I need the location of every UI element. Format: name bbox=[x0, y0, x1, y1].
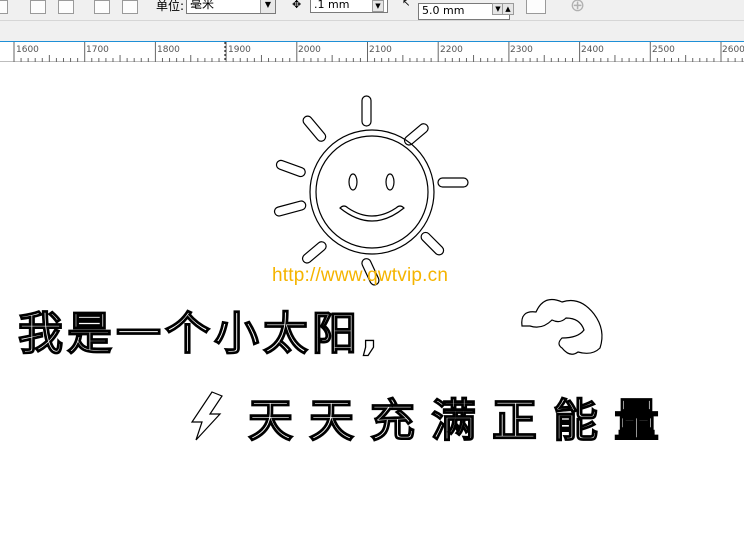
sun-ray bbox=[437, 177, 469, 188]
ruler-label: 2600 bbox=[722, 45, 744, 55]
ruler-label: 2300 bbox=[510, 45, 533, 55]
outline-text-line-2[interactable]: 天天充满正能量 bbox=[247, 384, 675, 449]
sun-left-eye bbox=[348, 173, 358, 191]
add-page-icon[interactable]: ⊕ bbox=[570, 0, 585, 16]
snap-options-button[interactable] bbox=[526, 0, 546, 14]
sun-ray bbox=[275, 159, 306, 178]
landscape-page-button[interactable] bbox=[58, 0, 74, 14]
portrait-page-button[interactable] bbox=[30, 0, 46, 14]
duplicate-distance-icon: ↖ bbox=[402, 0, 411, 9]
sun-outer-circle bbox=[309, 129, 435, 255]
chevron-down-icon[interactable]: ▼ bbox=[260, 0, 275, 13]
duplicate-spinner-up-icon[interactable]: ▲ bbox=[502, 3, 514, 15]
sun-right-eye bbox=[385, 173, 395, 191]
current-page-button[interactable] bbox=[122, 0, 138, 14]
ruler-label: 1700 bbox=[86, 45, 109, 55]
unit-select[interactable]: 毫米 ▼ bbox=[186, 0, 276, 14]
drawing-canvas[interactable]: http://www.qwtvip.cn 我是一个小太阳, 天天充满正能量 bbox=[0, 62, 744, 554]
outline-text-line-1[interactable]: 我是一个小太阳, bbox=[17, 297, 382, 362]
nudge-icon: ✥ bbox=[292, 0, 302, 11]
nudge-spinner-down-icon[interactable]: ▼ bbox=[372, 0, 384, 12]
sun-inner-circle bbox=[315, 135, 429, 249]
cloud-rainbow-icon bbox=[521, 299, 603, 355]
horizontal-ruler[interactable]: 1600 1700 1800 1900 2000 2100 2200 2300 … bbox=[0, 41, 744, 62]
ruler-label: 2500 bbox=[652, 45, 675, 55]
page-options-button[interactable] bbox=[0, 0, 8, 14]
lightning-icon bbox=[190, 391, 223, 441]
all-pages-button[interactable] bbox=[94, 0, 110, 14]
sun-ray bbox=[420, 231, 445, 256]
sun-ray bbox=[403, 123, 429, 146]
property-bar: 单位: 毫米 ▼ ✥ .1 mm ▼ ↖ 5.0 mm ▼ ▲ ⊕ bbox=[0, 0, 744, 21]
ruler-label: 2100 bbox=[369, 45, 392, 55]
sun-smile bbox=[339, 205, 405, 222]
ruler-label: 2400 bbox=[581, 45, 604, 55]
sun-ray bbox=[273, 200, 307, 217]
duplicate-distance-value: 5.0 mm bbox=[422, 4, 465, 17]
sun-ray bbox=[301, 241, 327, 264]
ruler-label: 1900 bbox=[228, 45, 251, 55]
ruler-label: 1600 bbox=[16, 45, 39, 55]
sun-ray bbox=[361, 95, 372, 127]
ruler-label: 2200 bbox=[440, 45, 463, 55]
unit-label: 单位: bbox=[156, 0, 185, 13]
watermark-url: http://www.qwtvip.cn bbox=[272, 265, 449, 286]
ruler-label: 2000 bbox=[298, 45, 321, 55]
ruler-label: 1800 bbox=[157, 45, 180, 55]
toolbar-spacer bbox=[0, 21, 744, 41]
unit-select-value: 毫米 bbox=[190, 0, 215, 11]
sun-ray bbox=[302, 115, 327, 142]
nudge-distance-value: .1 mm bbox=[314, 0, 350, 11]
